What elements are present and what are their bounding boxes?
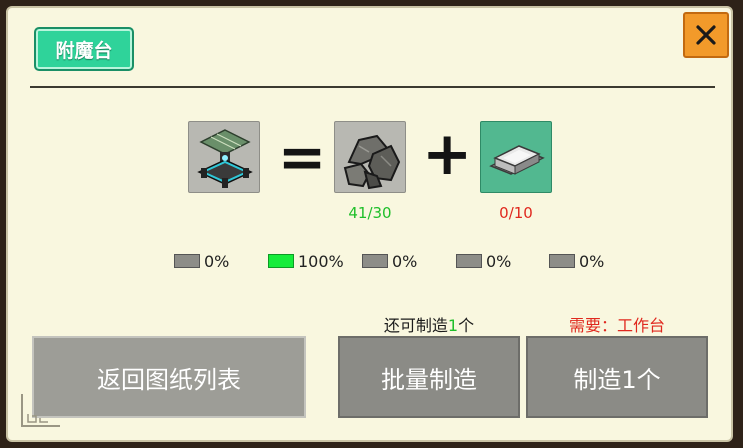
equals-sign: = [277,123,327,191]
ingredient-count-ingot: 0/10 [499,204,533,222]
plus-sign: + [422,119,473,189]
enchanting-table-icon [197,129,253,188]
probability-swatch-active [268,254,294,268]
close-button[interactable] [683,12,729,58]
probability-label: 0% [392,251,418,271]
probability-item: 100% [268,251,344,271]
probability-item: 0% [456,251,511,271]
remaining-number: 1 [447,316,459,335]
probability-label: 0% [486,251,512,271]
probability-swatch [549,254,575,268]
probability-label: 100% [298,251,344,271]
ingredient-slot-ingot[interactable] [480,121,552,193]
probability-label: 0% [579,251,605,271]
probability-item: 0% [362,251,417,271]
close-x-icon [696,25,716,45]
result-slot[interactable] [188,121,260,193]
requirement-label: 需要：工作台 [568,316,665,335]
stone-ore-icon [343,134,401,190]
probability-item: 0% [549,251,604,271]
probability-swatch [456,254,482,268]
probability-swatch [174,254,200,268]
panel-title: 附魔台 [34,27,134,71]
remaining-prefix: 还可制造 [383,316,448,335]
probability-swatch [362,254,388,268]
ingredient-count-stone: 41/30 [348,204,392,222]
craft-one-button[interactable]: 制造1个 [526,336,708,418]
remaining-suffix: 个 [458,316,475,335]
silver-ingot-icon [489,145,545,175]
ingredient-slot-stone[interactable] [334,121,406,193]
batch-craft-button[interactable]: 批量制造 [338,336,520,418]
remaining-craft-count: 还可制造1个 [338,312,520,336]
corner-ornament-icon [21,394,60,427]
window-frame: 附魔台 = 41/30 + 0/10 0% 100% 0% 0% 0% 还可制造… [0,0,743,448]
back-to-blueprint-list-button[interactable]: 返回图纸列表 [32,336,306,418]
probability-label: 0% [204,251,230,271]
header-divider [30,86,715,88]
probability-item: 0% [174,251,229,271]
